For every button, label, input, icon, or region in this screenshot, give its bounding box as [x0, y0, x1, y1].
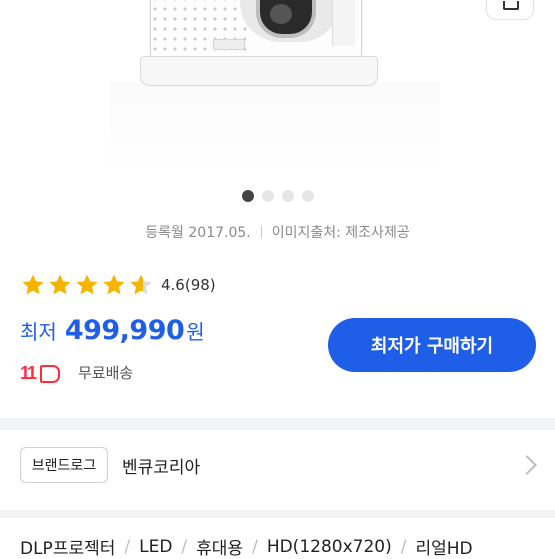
brand-name[interactable]: 벤큐코리아: [122, 453, 200, 478]
shop-info[interactable]: 11 무료배송: [20, 359, 133, 385]
carousel-dot-4[interactable]: [301, 190, 314, 202]
star-icon: [76, 274, 98, 295]
star-icon: [103, 274, 125, 295]
rating[interactable]: 4.6 (98): [20, 272, 216, 298]
lowest-price: 최저 499,990 원: [20, 315, 205, 351]
price-unit: 원: [186, 320, 205, 344]
spec-list: DLP프로젝터 / LED / 휴대용 / HD(1280x720) / 리얼HD: [20, 534, 473, 559]
spec-tag: 리얼HD: [415, 539, 473, 559]
price-value: 499,990: [64, 315, 185, 346]
carousel-dot-1[interactable]: [241, 190, 254, 202]
share-button[interactable]: [486, 0, 534, 20]
carousel-dots: [0, 188, 555, 204]
spec-separator: /: [252, 536, 258, 557]
shop-logo-text: 11: [20, 363, 37, 383]
product-meta: 등록월 2017.05. 이미지출처: 제조사제공: [0, 222, 555, 242]
projector-lens-glass: [270, 4, 292, 24]
shop-logo-mark: [40, 365, 60, 383]
spec-separator: /: [400, 536, 407, 557]
registered-date: 등록월 2017.05.: [145, 225, 251, 241]
buy-lowest-price-button[interactable]: 최저가 구매하기: [328, 318, 536, 372]
spec-separator: /: [181, 536, 188, 557]
spec-tag: HD(1280x720): [266, 536, 392, 557]
section-divider: [0, 510, 555, 518]
section-divider: [0, 418, 555, 430]
rating-score: 4.6: [161, 276, 185, 294]
star-icon: [22, 274, 44, 295]
projector-base: [140, 56, 378, 86]
spec-separator: /: [124, 536, 131, 557]
price-prefix: 최저: [20, 320, 57, 344]
spec-tag: 휴대용: [196, 539, 244, 559]
carousel-dot-2[interactable]: [261, 190, 274, 202]
spec-tag: DLP프로젝터: [20, 539, 116, 559]
shop-logo: 11: [20, 360, 64, 384]
star-icon: [49, 274, 71, 295]
share-icon: [503, 1, 519, 10]
projector-slot: [213, 39, 245, 50]
product-image[interactable]: [0, 0, 555, 178]
carousel-dot-3[interactable]: [281, 190, 294, 202]
image-shadow: [110, 82, 440, 178]
projector-side: [332, 0, 355, 46]
meta-divider: [260, 226, 262, 238]
star-half-icon: [130, 274, 152, 295]
spec-tag: LED: [139, 536, 173, 557]
shipping-info: 무료배송: [78, 363, 134, 382]
brand-logo-chip[interactable]: 브랜드로그: [20, 447, 108, 483]
image-source: 이미지출처: 제조사제공: [271, 225, 410, 241]
rating-count[interactable]: (98): [185, 276, 216, 294]
